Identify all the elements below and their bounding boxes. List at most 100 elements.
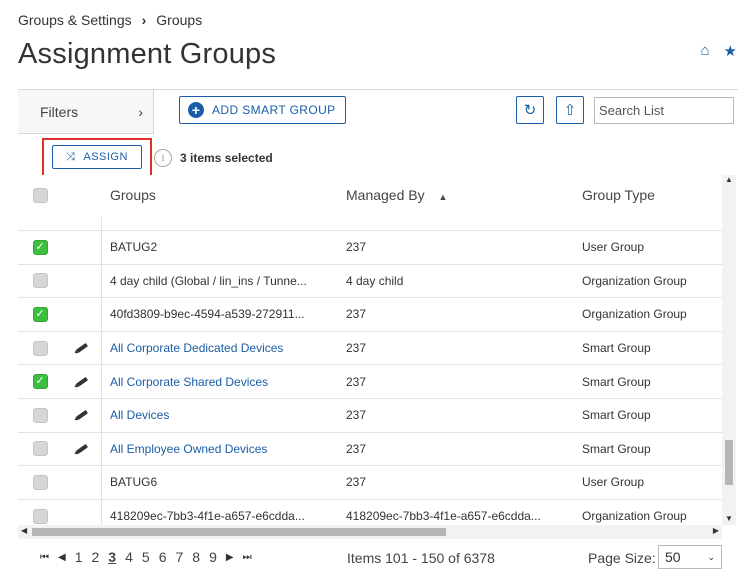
row-checkbox[interactable] <box>32 407 48 423</box>
breadcrumb-root-link[interactable]: Groups & Settings <box>18 12 132 28</box>
selected-count: 3 items selected <box>180 151 273 165</box>
info-icon[interactable]: i <box>154 149 172 167</box>
scroll-down-icon[interactable]: ▼ <box>725 514 733 523</box>
page-link[interactable]: 1 <box>75 549 83 565</box>
refresh-button[interactable]: ↻ <box>516 96 544 124</box>
last-page-icon[interactable]: ⏭ <box>243 552 252 563</box>
edit-column-header <box>62 175 102 215</box>
plus-circle-icon: + <box>188 102 204 118</box>
page-size-select[interactable]: 50 ⌄ <box>658 545 722 569</box>
row-checkbox[interactable]: ✓ <box>32 306 48 322</box>
add-smart-group-button[interactable]: + ADD SMART GROUP <box>179 96 346 124</box>
row-edit-cell <box>62 432 102 466</box>
row-checkbox[interactable] <box>32 441 48 457</box>
grid-header: Groups Managed By ▲ Group Type <box>18 175 722 215</box>
table-row[interactable]: 418209ec-7bb3-4f1e-a657-e6cdda... 418209e… <box>18 499 722 525</box>
page-link[interactable]: 5 <box>142 549 150 565</box>
row-check-cell <box>18 265 62 298</box>
scroll-right-icon[interactable]: ▶ <box>713 526 719 535</box>
group-type-cell: Organization Group <box>582 273 687 288</box>
pencil-icon[interactable] <box>75 443 88 454</box>
group-name-cell: 40fd3809-b9ec-4594-a539-272911... <box>110 307 305 322</box>
horizontal-scroll-thumb[interactable] <box>32 528 446 536</box>
table-row[interactable]: All Devices 237 Smart Group <box>18 398 722 433</box>
group-type-cell: Smart Group <box>582 408 651 423</box>
row-checkbox[interactable] <box>32 474 48 490</box>
table-row[interactable]: 4 day child (Global / lin_ins / Tunne...… <box>18 264 722 299</box>
group-type-cell: User Group <box>582 240 645 255</box>
managed-by-cell: 237 <box>346 374 367 389</box>
pencil-icon[interactable] <box>75 376 88 387</box>
breadcrumb: Groups & Settings › Groups <box>18 12 202 28</box>
toolbar: Filters › + ADD SMART GROUP ↻ ⇧ <box>18 89 738 134</box>
select-all-checkbox[interactable] <box>32 187 48 203</box>
page-link[interactable]: 9 <box>209 549 217 565</box>
group-name-cell[interactable]: All Corporate Dedicated Devices <box>102 341 346 355</box>
page-title: Assignment Groups <box>18 38 277 70</box>
row-check-cell: ✓ <box>18 365 62 398</box>
row-edit-cell <box>62 231 102 264</box>
table-row[interactable]: All Corporate Dedicated Devices 237 Smart … <box>18 331 722 366</box>
scroll-up-icon[interactable]: ▲ <box>725 175 733 184</box>
page-link[interactable]: 2 <box>92 549 100 565</box>
row-edit-cell <box>62 298 102 331</box>
managed-by-cell: 418209ec-7bb3-4f1e-a657-e6cdda... <box>346 509 541 524</box>
filters-toggle[interactable]: Filters › <box>18 90 154 134</box>
row-edit-cell <box>62 331 102 365</box>
page-link[interactable]: 3 <box>108 549 116 565</box>
horizontal-scrollbar[interactable]: ◀ ▶ <box>18 525 722 539</box>
column-header-groups[interactable]: Groups <box>102 187 346 203</box>
page-link[interactable]: 6 <box>159 549 167 565</box>
page-link[interactable]: 7 <box>175 549 183 565</box>
managed-by-cell: 237 <box>346 408 367 423</box>
group-type-cell: Organization Group <box>582 307 687 322</box>
first-page-icon[interactable]: ⏮ <box>40 552 49 563</box>
shuffle-icon: ⤨ <box>66 150 76 163</box>
group-name-cell[interactable]: All Corporate Shared Devices <box>102 375 346 389</box>
table-row[interactable]: BATUG6 237 User Group <box>18 466 722 500</box>
pencil-icon[interactable] <box>75 342 88 354</box>
column-header-managed-by[interactable]: Managed By ▲ <box>346 187 582 203</box>
row-edit-cell <box>62 365 102 398</box>
table-row[interactable]: All Employee Owned Devices 237 Smart Group <box>18 432 722 467</box>
row-checkbox[interactable]: ✓ <box>32 239 48 255</box>
row-checkbox[interactable] <box>32 340 48 356</box>
breadcrumb-current[interactable]: Groups <box>156 12 202 28</box>
managed-by-cell: 4 day child <box>346 273 404 288</box>
row-checkbox[interactable] <box>32 273 48 289</box>
group-name-cell: 418209ec-7bb3-4f1e-a657-e6cdda... <box>110 509 305 524</box>
row-checkbox[interactable]: ✓ <box>32 374 48 390</box>
vertical-scrollbar[interactable]: ▲ ▼ <box>722 175 736 525</box>
chevron-down-icon: ⌄ <box>707 551 715 562</box>
column-header-group-type[interactable]: Group Type <box>582 187 722 203</box>
export-button[interactable]: ⇧ <box>556 96 584 124</box>
row-checkbox[interactable] <box>32 508 48 524</box>
page-size-value: 50 <box>665 549 681 565</box>
managed-by-cell: 237 <box>346 341 367 356</box>
row-edit-cell <box>62 217 102 230</box>
assign-button[interactable]: ⤨ ASSIGN <box>52 145 142 169</box>
previous-page-icon[interactable]: ◀ <box>58 552 66 563</box>
page-link[interactable]: 4 <box>125 549 133 565</box>
table-row[interactable]: ✓ 40fd3809-b9ec-4594-a539-272911... 237 Org… <box>18 298 722 332</box>
scroll-left-icon[interactable]: ◀ <box>21 526 27 535</box>
table-row[interactable]: ✓ All Corporate Shared Devices 237 Smart Gr… <box>18 365 722 399</box>
search-input[interactable] <box>594 97 734 124</box>
managed-by-cell: 237 <box>346 441 367 456</box>
table-row[interactable]: ✓ BATUG2 237 User Group <box>18 231 722 265</box>
next-page-icon[interactable]: ▶ <box>226 552 234 563</box>
vertical-scroll-thumb[interactable] <box>725 440 733 485</box>
group-name-cell[interactable]: All Devices <box>102 408 346 422</box>
page-link[interactable]: 8 <box>192 549 200 565</box>
pagination: ⏮ ◀ 123456789 ▶ ⏭ <box>40 549 252 565</box>
row-check-cell <box>18 466 62 499</box>
items-range: Items 101 - 150 of 6378 <box>347 550 495 566</box>
grid-rows: ✓ BATUG2 237 User Group 4 day child (Global … <box>18 217 722 525</box>
pencil-icon[interactable] <box>75 410 88 421</box>
row-edit-cell <box>62 398 102 432</box>
managed-by-label: Managed By <box>346 187 425 203</box>
star-icon[interactable]: ★ <box>724 42 737 60</box>
home-icon[interactable]: ⌂ <box>700 42 709 60</box>
group-name-cell[interactable]: All Employee Owned Devices <box>102 442 346 456</box>
row-check-cell <box>18 433 62 466</box>
